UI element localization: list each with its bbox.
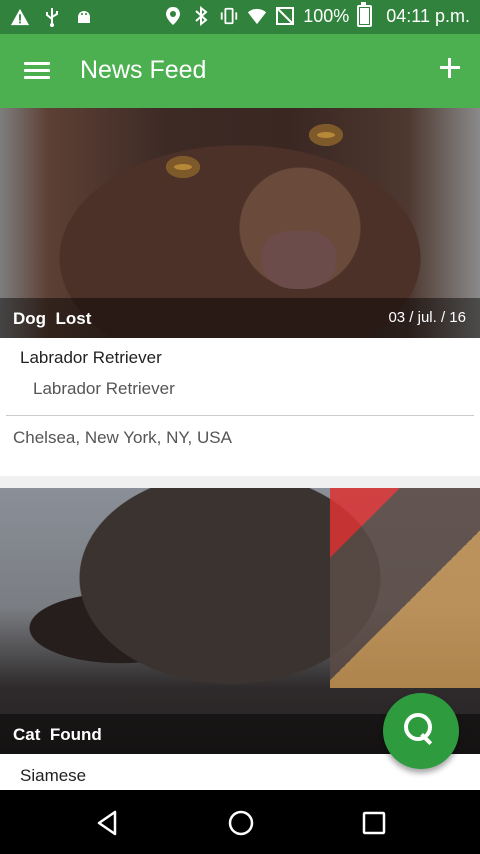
dog-photo: Dog Lost 03 / jul. / 16 xyxy=(0,108,480,338)
caption-title: Cat Found xyxy=(13,725,102,745)
caption-status: Lost xyxy=(55,309,92,328)
battery-level: 100% xyxy=(303,5,350,26)
news-card-dog[interactable]: Dog Lost 03 / jul. / 16 Labrador Retriev… xyxy=(0,108,480,476)
caption-title: Dog Lost xyxy=(13,309,91,329)
caption-category: Dog xyxy=(13,309,47,328)
caption-status: Found xyxy=(49,725,102,744)
menu-icon[interactable] xyxy=(18,54,56,88)
caption-category: Cat xyxy=(13,725,41,744)
location-icon xyxy=(166,7,181,25)
battery-icon xyxy=(357,2,373,27)
back-icon[interactable] xyxy=(93,808,123,838)
bluetooth-icon xyxy=(195,6,208,26)
caption-date: 03 / jul. / 16 xyxy=(388,309,466,326)
status-bar: 100% 04:11 p.m. xyxy=(0,0,480,34)
vibrate-icon xyxy=(221,7,238,25)
wifi-icon xyxy=(248,8,267,25)
navigation-bar xyxy=(0,790,480,854)
no-signal-icon xyxy=(276,7,295,25)
card-caption: Dog Lost 03 / jul. / 16 xyxy=(0,298,480,338)
dog-eye-left xyxy=(166,156,200,178)
dog-nose xyxy=(262,231,336,289)
app-bar: News Feed xyxy=(0,34,480,108)
warning-icon xyxy=(10,8,30,26)
usb-icon xyxy=(46,8,58,27)
recent-apps-icon[interactable] xyxy=(359,808,389,838)
add-icon[interactable] xyxy=(434,52,464,82)
divider xyxy=(6,415,474,416)
clock: 04:11 p.m. xyxy=(386,5,470,26)
search-fab[interactable] xyxy=(383,693,459,769)
photo-background xyxy=(330,488,480,688)
search-icon xyxy=(404,713,432,741)
location-text: Chelsea, New York, NY, USA xyxy=(13,428,232,447)
android-icon xyxy=(78,11,90,23)
breed-subtitle: Labrador Retriever xyxy=(33,379,175,398)
breed-title: Labrador Retriever xyxy=(20,348,162,367)
breed-title: Siamese xyxy=(20,766,87,785)
page-title: News Feed xyxy=(80,56,207,84)
home-icon[interactable] xyxy=(226,808,256,838)
dog-eye-right xyxy=(309,124,343,146)
